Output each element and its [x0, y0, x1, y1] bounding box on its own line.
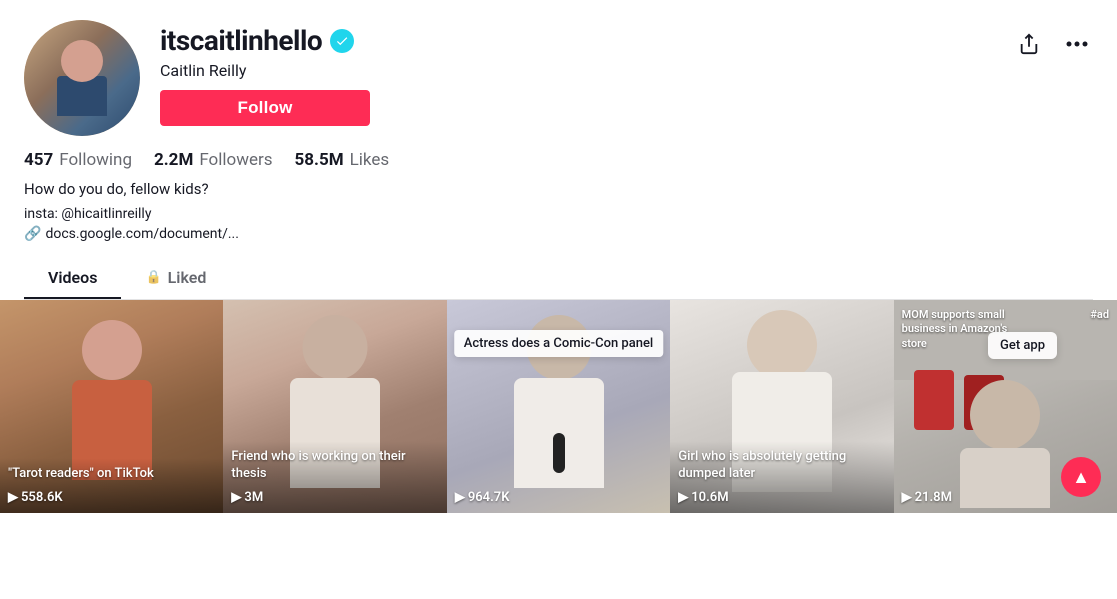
followers-count: 2.2M — [154, 150, 193, 170]
play-icon-4: ▶ — [678, 490, 688, 505]
play-icon-1: ▶ — [8, 490, 18, 505]
video-card-3[interactable]: Actress does a Comic-Con panel ▶ 964.7K — [447, 300, 670, 513]
play-icon-5: ▶ — [902, 490, 912, 505]
get-app-bubble[interactable]: Get app — [988, 332, 1057, 359]
tooltip-bubble-3: Actress does a Comic-Con panel — [454, 330, 663, 357]
video-caption-4: Girl who is absolutely getting dumped la… — [678, 449, 885, 483]
followers-label: Followers — [199, 150, 272, 170]
videos-grid: "Tarot readers" on TikTok ▶ 558.6K Frien… — [0, 300, 1117, 513]
video-card-4[interactable]: Girl who is absolutely getting dumped la… — [670, 300, 893, 513]
play-icon-2: ▶ — [231, 490, 241, 505]
avatar — [24, 20, 140, 136]
link-icon: 🔗 — [24, 226, 41, 242]
video-views-2: ▶ 3M — [231, 490, 263, 505]
tab-liked[interactable]: 🔒 Liked — [121, 258, 230, 299]
verified-icon — [330, 29, 354, 53]
video-views-3: ▶ 964.7K — [455, 490, 510, 505]
action-icons — [1013, 20, 1093, 60]
following-count: 457 — [24, 150, 53, 170]
video-card-1[interactable]: "Tarot readers" on TikTok ▶ 558.6K — [0, 300, 223, 513]
doc-link-text: docs.google.com/document/... — [45, 226, 239, 242]
play-icon-3: ▶ — [455, 490, 465, 505]
share-icon[interactable] — [1013, 28, 1045, 60]
lock-icon: 🔒 — [145, 270, 161, 285]
scroll-to-top-button[interactable]: ▲ — [1061, 457, 1101, 497]
video-views-4: ▶ 10.6M — [678, 490, 728, 505]
more-options-icon[interactable] — [1061, 28, 1093, 60]
video-caption-1: "Tarot readers" on TikTok — [8, 466, 215, 483]
video-caption-2: Friend who is working on their thesis — [231, 449, 438, 483]
tab-videos[interactable]: Videos — [24, 258, 121, 299]
ad-label: #ad — [1090, 308, 1109, 321]
username-row: itscaitlinhello — [160, 24, 993, 57]
following-label: Following — [59, 150, 132, 170]
tabs-row: Videos 🔒 Liked — [24, 258, 1093, 300]
profile-container: itscaitlinhello Caitlin Reilly Follow — [0, 0, 1117, 300]
video-views-1: ▶ 558.6K — [8, 490, 63, 505]
profile-info: itscaitlinhello Caitlin Reilly Follow — [160, 20, 993, 126]
bio-text: How do you do, fellow kids? — [24, 180, 1093, 198]
video-views-5: ▶ 21.8M — [902, 490, 952, 505]
follow-button[interactable]: Follow — [160, 90, 370, 126]
username: itscaitlinhello — [160, 24, 322, 57]
insta-link: insta: @hicaitlinreilly — [24, 206, 1093, 222]
stats-row: 457 Following 2.2M Followers 58.5M Likes — [24, 150, 1093, 170]
video-card-2[interactable]: Friend who is working on their thesis ▶ … — [223, 300, 446, 513]
likes-count: 58.5M — [295, 150, 344, 170]
display-name: Caitlin Reilly — [160, 61, 993, 80]
doc-link[interactable]: 🔗 docs.google.com/document/... — [24, 226, 1093, 242]
likes-label: Likes — [350, 150, 390, 170]
